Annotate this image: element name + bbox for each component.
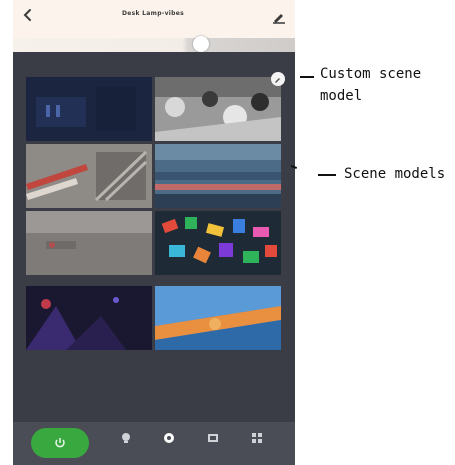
scene-tile-pencils[interactable] bbox=[26, 144, 152, 208]
custom-scene-annotation: Custom scene model bbox=[320, 66, 422, 104]
scene-tile-colorful[interactable] bbox=[155, 211, 281, 275]
bulb-icon bbox=[122, 433, 130, 443]
app-header: Desk Lamp-vibes bbox=[13, 0, 295, 38]
nav-grid[interactable] bbox=[247, 432, 267, 458]
custom-scene-leader-line bbox=[300, 76, 314, 78]
brightness-slider[interactable] bbox=[13, 38, 295, 52]
scene-tile-dark-blue[interactable] bbox=[26, 77, 152, 141]
nav-power-button[interactable] bbox=[31, 428, 89, 458]
scene-tile-blue-orange[interactable] bbox=[155, 286, 281, 350]
scene-models-annotation: Scene models bbox=[344, 166, 446, 182]
scene-models-leader-line bbox=[318, 174, 336, 176]
nav-film[interactable] bbox=[203, 432, 223, 458]
scene-tile-grey[interactable] bbox=[26, 211, 152, 275]
page-title: Desk Lamp-vibes bbox=[121, 10, 184, 17]
custom-scene-button[interactable] bbox=[271, 72, 285, 86]
edit-pencil-icon[interactable] bbox=[271, 8, 287, 24]
phone-screen: Desk Lamp-vibes bbox=[13, 0, 295, 465]
film-icon bbox=[208, 434, 218, 442]
nav-bulb[interactable] bbox=[116, 432, 136, 458]
grid-icon bbox=[252, 433, 262, 443]
brightness-slider-knob[interactable] bbox=[193, 36, 209, 52]
scene-tile-blue-stripes[interactable] bbox=[155, 144, 281, 208]
edit-icon bbox=[275, 78, 280, 83]
scene-tile-black-white[interactable] bbox=[155, 77, 281, 141]
palette-icon bbox=[164, 433, 174, 443]
back-arrow-icon[interactable] bbox=[20, 7, 36, 23]
nav-palette[interactable] bbox=[159, 432, 179, 458]
power-icon bbox=[55, 438, 65, 448]
scene-tile-purple-dark[interactable] bbox=[26, 286, 152, 350]
